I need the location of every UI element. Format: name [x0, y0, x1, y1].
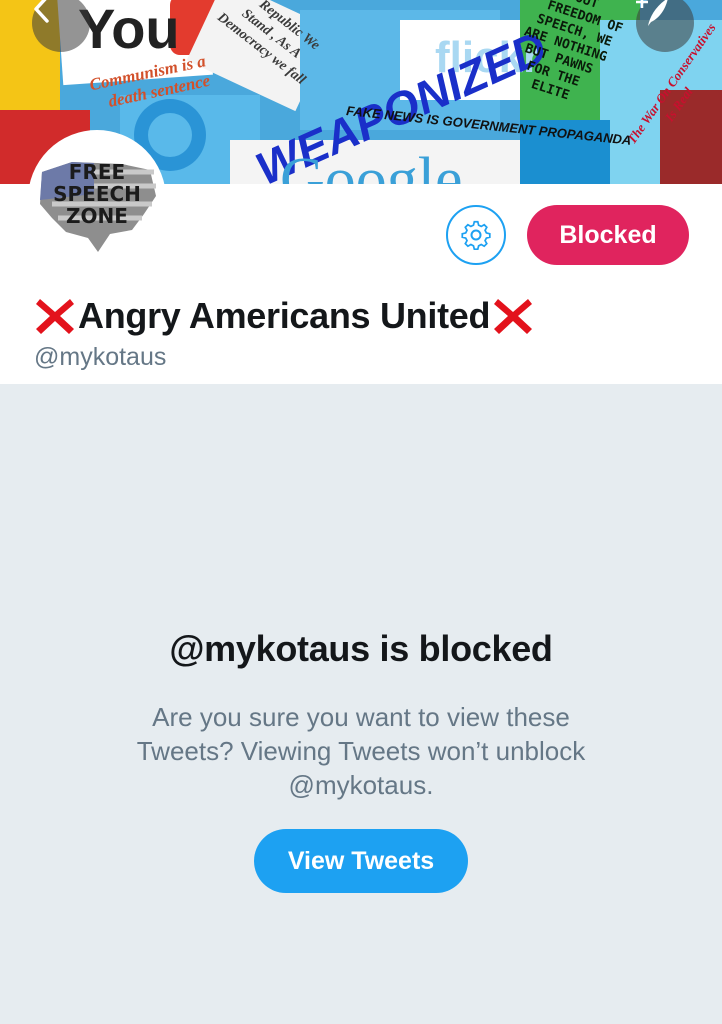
blocked-button[interactable]: Blocked	[527, 205, 689, 265]
display-name-text: Angry Americans United	[78, 295, 491, 336]
avatar-text-3: ZONE	[66, 204, 128, 228]
banner-google-text: Google	[280, 146, 463, 184]
avatar-text-1: FREE	[69, 160, 125, 184]
avatar-text-2: SPEECH	[53, 182, 141, 206]
chevron-left-icon	[34, 0, 49, 23]
display-name: Angry Americans United	[32, 292, 536, 340]
red-x-icon	[494, 299, 533, 334]
banner-youtube-text: You	[78, 0, 180, 60]
compose-tweet-icon	[636, 0, 668, 26]
blocked-description-line: Tweets? Viewing Tweets won’t unblock	[136, 736, 586, 766]
blocked-description-line: @mykotaus.	[288, 770, 434, 800]
blocked-description: Are you sure you want to view these Twee…	[86, 700, 636, 802]
profile-handle: @mykotaus	[34, 343, 167, 371]
blocked-description-line: Are you sure you want to view these	[152, 702, 570, 732]
avatar-image: FREE SPEECH ZONE	[32, 134, 162, 264]
red-x-icon	[36, 299, 74, 334]
view-tweets-button[interactable]: View Tweets	[254, 829, 468, 893]
blocked-title: @mykotaus is blocked	[169, 628, 553, 669]
gear-icon	[461, 220, 491, 250]
avatar[interactable]: FREE SPEECH ZONE	[28, 130, 166, 268]
profile-settings-button[interactable]	[446, 205, 506, 265]
